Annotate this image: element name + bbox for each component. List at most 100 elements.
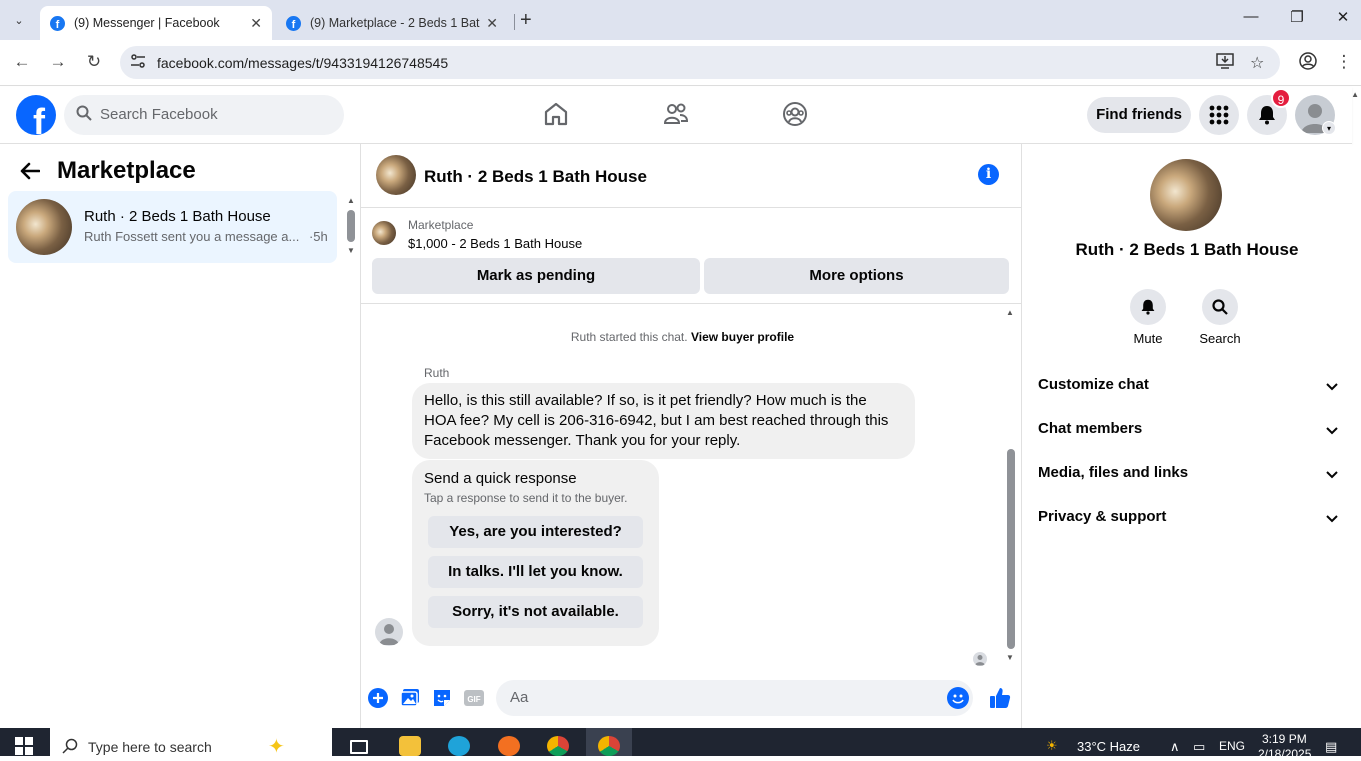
notification-center-icon[interactable]: ▤ <box>1325 739 1337 755</box>
conversation-list-panel: Marketplace Ruth · 2 Beds 1 Bath House R… <box>0 144 361 728</box>
close-tab-icon[interactable]: ✕ <box>250 15 262 32</box>
close-tab-icon[interactable]: ✕ <box>486 15 498 32</box>
mute-label: Mute <box>1133 331 1163 346</box>
privacy-support-section[interactable]: Privacy & support <box>1038 508 1338 538</box>
message-input[interactable]: Aa <box>496 680 973 716</box>
mark-as-pending-button[interactable]: Mark as pending <box>372 258 700 294</box>
search-input[interactable]: Search Facebook <box>64 95 344 135</box>
weather-icon: ☀ <box>1046 738 1058 753</box>
network-icon[interactable]: ▭ <box>1193 739 1205 755</box>
minimize-icon[interactable]: — <box>1228 8 1274 25</box>
chat-started-text: Ruth started this chat. <box>570 330 688 344</box>
message-bubble: Hello, is this still available? If so, i… <box>412 383 915 459</box>
profile-icon[interactable] <box>1296 52 1320 75</box>
quick-response-button[interactable]: In talks. I'll let you know. <box>428 556 643 588</box>
chrome-active-taskbar-item[interactable] <box>586 728 632 756</box>
quick-response-button[interactable]: Sorry, it's not available. <box>428 596 643 628</box>
clock-date[interactable]: 2/18/2025 <box>1258 747 1311 761</box>
menu-grid-icon[interactable] <box>1199 95 1239 135</box>
maximize-icon[interactable]: ❐ <box>1274 8 1320 26</box>
browser-tab-bar: ⌄ f (9) Messenger | Facebook ✕ f (9) Mar… <box>0 0 1361 40</box>
brave-browser-icon[interactable] <box>498 736 520 756</box>
quick-response-button[interactable]: Yes, are you interested? <box>428 516 643 548</box>
more-options-button[interactable]: More options <box>704 258 1009 294</box>
tab-search-chevron-icon[interactable]: ⌄ <box>6 8 32 32</box>
chat-header: Ruth · 2 Beds 1 Bath House i <box>361 144 1022 208</box>
emoji-icon[interactable] <box>947 687 969 709</box>
quick-response-subtitle: Tap a response to send it to the buyer. <box>424 491 628 505</box>
mute-button[interactable]: Mute <box>1118 289 1178 346</box>
task-view-icon[interactable] <box>350 740 368 754</box>
customize-chat-section[interactable]: Customize chat <box>1038 376 1338 406</box>
chat-details-panel: Ruth · 2 Beds 1 Bath House Mute Search C… <box>1022 144 1352 728</box>
listing-label: Marketplace <box>408 218 474 232</box>
chat-members-section[interactable]: Chat members <box>1038 420 1338 450</box>
scroll-thumb[interactable] <box>347 210 355 242</box>
scroll-up-icon[interactable]: ▲ <box>347 196 355 205</box>
chevron-down-icon <box>1326 378 1338 394</box>
back-arrow-icon[interactable] <box>20 160 41 186</box>
conversation-item[interactable]: Ruth · 2 Beds 1 Bath House Ruth Fossett … <box>8 191 337 263</box>
chat-avatar[interactable] <box>376 155 416 195</box>
section-label: Customize chat <box>1038 376 1149 393</box>
groups-icon[interactable] <box>782 101 808 132</box>
weather-text[interactable]: 33°C Haze <box>1077 739 1140 754</box>
add-attachment-icon[interactable] <box>367 687 389 709</box>
chat-title[interactable]: Ruth · 2 Beds 1 Bath House <box>424 167 647 187</box>
scroll-down-icon[interactable]: ▼ <box>347 246 355 255</box>
gif-icon[interactable]: GIF <box>463 687 485 709</box>
clock-time[interactable]: 3:19 PM <box>1262 732 1307 746</box>
like-thumbs-up-icon[interactable] <box>988 686 1011 708</box>
listing-price-title[interactable]: $1,000 - 2 Beds 1 Bath House <box>408 236 582 251</box>
sticker-icon[interactable] <box>431 687 453 709</box>
taskbar-search-input[interactable]: Type here to search ✦ <box>50 728 332 758</box>
listing-thumbnail[interactable] <box>372 221 396 245</box>
language-indicator[interactable]: ENG <box>1219 739 1245 753</box>
new-tab-icon[interactable]: + <box>520 9 532 32</box>
media-files-links-section[interactable]: Media, files and links <box>1038 464 1338 494</box>
chat-scroll-thumb[interactable] <box>1007 449 1015 649</box>
info-icon[interactable]: i <box>978 164 999 185</box>
section-label: Chat members <box>1038 420 1143 437</box>
message-composer: GIF Aa <box>361 674 1022 722</box>
bookmark-star-icon[interactable]: ☆ <box>1250 53 1264 73</box>
tab-marketplace[interactable]: f (9) Marketplace - 2 Beds 1 Bath ✕ <box>276 6 508 40</box>
search-conversation-button[interactable]: Search <box>1190 289 1250 346</box>
facebook-header: f Search Facebook Find friends 9 ▾ <box>0 87 1352 144</box>
details-avatar[interactable] <box>1150 159 1222 231</box>
edge-browser-icon[interactable] <box>448 736 470 756</box>
forward-icon[interactable]: → <box>46 52 70 72</box>
conversation-avatar <box>16 199 72 255</box>
close-window-icon[interactable]: ✕ <box>1320 8 1361 26</box>
page-scroll-up-icon[interactable]: ▲ <box>1351 90 1359 99</box>
view-buyer-profile-link[interactable]: View buyer profile <box>691 330 794 344</box>
show-hidden-icons-icon[interactable]: ∧ <box>1170 739 1180 755</box>
windows-start-icon[interactable] <box>15 737 33 760</box>
account-chevron-icon[interactable]: ▾ <box>1322 121 1336 135</box>
photo-icon[interactable] <box>399 687 421 709</box>
facebook-logo-icon[interactable]: f <box>16 95 56 135</box>
message-sender: Ruth <box>424 366 450 380</box>
home-icon[interactable] <box>543 101 569 132</box>
site-info-icon[interactable] <box>130 54 146 71</box>
back-icon[interactable]: ← <box>10 52 34 72</box>
search-icon <box>76 105 92 126</box>
tab-title: (9) Messenger | Facebook <box>74 16 220 30</box>
chat-scroll-down-icon[interactable]: ▼ <box>1006 653 1014 662</box>
reload-icon[interactable]: ↻ <box>82 52 106 72</box>
chat-scroll-up-icon[interactable]: ▲ <box>1006 308 1014 317</box>
tab-messenger[interactable]: f (9) Messenger | Facebook ✕ <box>40 6 272 40</box>
left-scrollbar[interactable]: ▲ ▼ <box>347 196 355 260</box>
address-bar[interactable]: facebook.com/messages/t/9433194126748545… <box>120 46 1280 79</box>
conversation-time: ·5h <box>308 229 328 244</box>
message-input-placeholder: Aa <box>510 689 529 706</box>
file-explorer-icon[interactable] <box>399 736 421 756</box>
install-app-icon[interactable] <box>1216 53 1234 74</box>
friends-icon[interactable] <box>663 101 689 132</box>
facebook-favicon-icon: f <box>286 15 301 31</box>
search-label: Search <box>1199 331 1241 346</box>
browser-menu-icon[interactable]: ⋮ <box>1332 52 1356 72</box>
chrome-icon[interactable] <box>547 736 569 756</box>
find-friends-button[interactable]: Find friends <box>1087 97 1191 133</box>
section-label: Media, files and links <box>1038 464 1189 481</box>
